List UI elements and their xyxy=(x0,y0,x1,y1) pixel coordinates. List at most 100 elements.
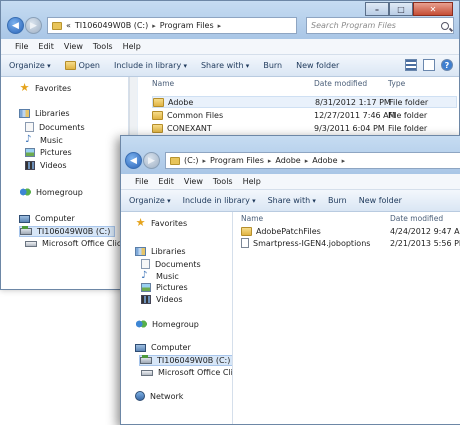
nav-videos[interactable]: Videos xyxy=(141,295,183,304)
breadcrumb-drive[interactable]: (C:) xyxy=(184,156,199,165)
videos-icon xyxy=(141,295,151,304)
column-date-modified[interactable]: Date modified xyxy=(314,79,367,88)
chevron-right-icon[interactable]: ▸ xyxy=(203,157,207,165)
file-icon xyxy=(241,238,249,248)
nav-label: Videos xyxy=(40,161,67,170)
nav-music[interactable]: ♪ Music xyxy=(141,271,179,281)
new-folder-button[interactable]: New folder xyxy=(359,196,402,205)
maximize-button[interactable]: □ xyxy=(389,2,413,16)
menu-tools[interactable]: Tools xyxy=(89,42,117,51)
preview-pane-icon[interactable] xyxy=(423,59,435,71)
forward-button[interactable]: ▶ xyxy=(25,17,42,34)
nav-drive-c[interactable]: TI106049W0B (C:) xyxy=(139,355,232,366)
nav-libraries[interactable]: Libraries xyxy=(135,247,186,256)
file-name: Adobe xyxy=(168,97,194,107)
nav-videos[interactable]: Videos xyxy=(25,161,67,170)
breadcrumb-program-files[interactable]: Program Files xyxy=(160,21,214,30)
burn-button[interactable]: Burn xyxy=(328,196,347,205)
file-type: File folder xyxy=(389,97,429,107)
menu-tools[interactable]: Tools xyxy=(209,177,237,186)
minimize-button[interactable]: – xyxy=(365,2,389,16)
nav-office[interactable]: Microsoft Office Click-to xyxy=(25,239,128,248)
help-icon[interactable]: ? xyxy=(441,59,453,71)
menu-edit[interactable]: Edit xyxy=(154,177,178,186)
nav-documents[interactable]: Documents xyxy=(25,122,85,132)
organize-button[interactable]: Organize xyxy=(9,61,51,70)
search-icon[interactable] xyxy=(441,21,449,30)
nav-homegroup[interactable]: Homegroup xyxy=(19,187,83,197)
include-in-library-button[interactable]: Include in library xyxy=(114,61,187,70)
open-button[interactable]: Open xyxy=(64,61,100,70)
menu-view[interactable]: View xyxy=(180,177,207,186)
file-name: Smartpress-IGEN4.joboptions xyxy=(253,238,371,248)
file-row[interactable]: Adobe 8/31/2012 1:17 PM File folder xyxy=(152,96,457,108)
nav-label: TI106049W0B (C:) xyxy=(37,227,111,236)
music-icon: ♪ xyxy=(141,270,148,281)
chevron-right-icon[interactable]: ▸ xyxy=(152,22,156,30)
nav-network[interactable]: Network xyxy=(135,391,183,401)
file-row[interactable]: Common Files 12/27/2011 7:46 AM File fol… xyxy=(152,109,457,121)
command-bar: Organize Include in library Share with B… xyxy=(121,190,460,212)
chevron-right-icon[interactable]: ▸ xyxy=(218,22,222,30)
nav-pictures[interactable]: Pictures xyxy=(141,283,188,292)
file-row[interactable]: CONEXANT 9/3/2011 6:04 PM File folder xyxy=(152,122,457,134)
menu-edit[interactable]: Edit xyxy=(34,42,58,51)
nav-label: Documents xyxy=(155,259,201,269)
nav-label: Music xyxy=(40,135,63,145)
column-date-modified[interactable]: Date modified xyxy=(390,214,443,223)
menu-view[interactable]: View xyxy=(60,42,87,51)
nav-music[interactable]: ♪ Music xyxy=(25,135,63,145)
share-with-button[interactable]: Share with xyxy=(268,196,316,205)
file-row[interactable]: AdobePatchFiles 4/24/2012 9:47 AM xyxy=(241,225,460,237)
pictures-icon xyxy=(25,148,35,157)
nav-homegroup[interactable]: Homegroup xyxy=(135,319,199,329)
nav-label: Documents xyxy=(39,122,85,132)
nav-label: Pictures xyxy=(40,148,72,157)
column-name[interactable]: Name xyxy=(241,214,263,223)
nav-documents[interactable]: Documents xyxy=(141,259,201,269)
change-view-icon[interactable] xyxy=(405,59,417,71)
nav-label: Videos xyxy=(156,295,183,304)
new-folder-button[interactable]: New folder xyxy=(296,61,339,70)
burn-button[interactable]: Burn xyxy=(263,61,282,70)
breadcrumb-program-files[interactable]: Program Files xyxy=(210,156,264,165)
chevron-right-icon[interactable]: ▸ xyxy=(268,157,272,165)
nav-label: Computer xyxy=(35,214,75,223)
nav-favorites[interactable]: ★ Favorites xyxy=(19,82,72,94)
nav-label: Favorites xyxy=(35,84,72,93)
organize-button[interactable]: Organize xyxy=(129,196,171,205)
menu-help[interactable]: Help xyxy=(239,177,265,186)
breadcrumb-adobe-current[interactable]: Adobe xyxy=(312,156,337,165)
nav-libraries[interactable]: Libraries xyxy=(19,109,70,118)
column-name[interactable]: Name xyxy=(152,79,174,88)
address-bar[interactable]: (C:) ▸ Program Files ▸ Adobe ▸ Adobe ▸ xyxy=(165,152,460,169)
file-date: 4/24/2012 9:47 AM xyxy=(390,226,460,236)
view-controls: ? xyxy=(405,59,453,71)
breadcrumb-drive[interactable]: TI106049W0B (C:) xyxy=(75,21,148,30)
share-with-button[interactable]: Share with xyxy=(201,61,249,70)
chevron-right-icon[interactable]: ▸ xyxy=(305,157,309,165)
menu-file[interactable]: File xyxy=(11,42,32,51)
nav-drive-c[interactable]: TI106049W0B (C:) xyxy=(19,226,116,237)
nav-pictures[interactable]: Pictures xyxy=(25,148,72,157)
menu-file[interactable]: File xyxy=(131,177,152,186)
nav-computer[interactable]: Computer xyxy=(135,343,191,352)
title-bar: ◀ ▶ « TI106049W0B (C:) ▸ Program Files ▸… xyxy=(1,1,459,39)
nav-computer[interactable]: Computer xyxy=(19,214,75,223)
address-bar[interactable]: « TI106049W0B (C:) ▸ Program Files ▸ xyxy=(47,17,297,34)
column-type[interactable]: Type xyxy=(388,79,405,88)
window-controls: – □ ✕ xyxy=(365,2,453,16)
include-in-library-button[interactable]: Include in library xyxy=(183,196,256,205)
menu-help[interactable]: Help xyxy=(119,42,145,51)
file-row[interactable]: Smartpress-IGEN4.joboptions 2/21/2013 5:… xyxy=(241,237,460,249)
back-button[interactable]: ◀ xyxy=(7,17,24,34)
search-input[interactable]: Search Program Files xyxy=(306,17,454,34)
forward-button[interactable]: ▶ xyxy=(143,152,160,169)
nav-office[interactable]: Microsoft Office Click-to xyxy=(141,368,232,377)
back-button[interactable]: ◀ xyxy=(125,152,142,169)
breadcrumb-adobe[interactable]: Adobe xyxy=(275,156,300,165)
breadcrumb-overflow[interactable]: « xyxy=(66,21,71,30)
close-button[interactable]: ✕ xyxy=(413,2,453,16)
nav-favorites[interactable]: ★ Favorites xyxy=(135,217,188,229)
chevron-right-icon[interactable]: ▸ xyxy=(342,157,346,165)
